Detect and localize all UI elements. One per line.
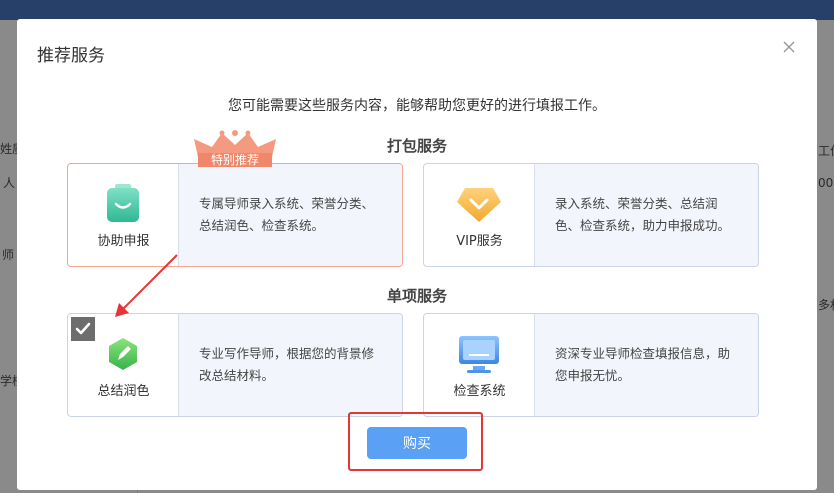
close-icon [783,41,795,53]
bg-text: 00 [818,176,834,190]
single-section-title: 单项服务 [386,287,447,305]
card-icon-area: 协助申报 [68,164,179,266]
card-icon-area: VIP服务 [424,164,535,266]
recommend-services-modal: 推荐服务 您可能需要这些服务内容，能够帮助您更好的进行填报工作。 打包服务 协助… [17,19,817,490]
service-checkbox[interactable] [71,317,95,341]
badge-text: 特别推荐 [211,152,259,167]
card-description-text: 专属导师录入系统、荣誉分类、总结润色、检查系统。 [199,196,375,233]
bag-icon [107,184,139,222]
close-button[interactable] [781,39,797,55]
card-icon-area: 检查系统 [424,314,535,416]
service-card-polish[interactable]: 总结润色 专业写作导师，根据您的背景修改总结材料。 [67,313,403,417]
card-description-text: 专业写作导师，根据您的背景修改总结材料。 [199,346,375,383]
modal-subtitle: 您可能需要这些服务内容，能够帮助您更好的进行填报工作。 [228,98,606,114]
card-description: 专属导师录入系统、荣誉分类、总结润色、检查系统。 [179,164,402,266]
card-label: 检查系统 [453,384,506,399]
monitor-icon [459,336,499,373]
modal-title: 推荐服务 [37,46,105,66]
card-label: VIP服务 [456,234,503,249]
service-card-assist[interactable]: 协助申报 专属导师录入系统、荣誉分类、总结润色、检查系统。 [67,163,403,267]
bg-text: 人 [3,176,16,190]
service-card-check[interactable]: 检查系统 资深专业导师检查填报信息，助您申报无忧。 [423,313,759,417]
card-label: 总结润色 [97,384,150,399]
card-description-text: 资深专业导师检查填报信息，助您申报无忧。 [555,346,731,383]
card-description: 专业写作导师，根据您的背景修改总结材料。 [179,314,402,416]
bg-text: 工作 [818,144,834,158]
diamond-chevron-icon [457,188,501,222]
top-navbar [0,0,834,20]
bg-text: 多村 [818,298,834,312]
card-description: 录入系统、荣誉分类、总结润色、检查系统，助力申报成功。 [535,164,758,266]
card-icon-area: 总结润色 [68,314,179,416]
pencil-icon [109,338,137,370]
bg-text: 师 [2,248,15,262]
package-section-title: 打包服务 [386,137,447,155]
card-description: 资深专业导师检查填报信息，助您申报无忧。 [535,314,758,416]
check-icon [75,322,91,335]
card-label: 协助申报 [97,234,150,249]
service-card-vip[interactable]: VIP服务 录入系统、荣誉分类、总结润色、检查系统，助力申报成功。 [423,163,759,267]
recommend-badge: 特别推荐 [194,130,276,167]
buy-button[interactable]: 购买 [367,427,467,459]
card-description-text: 录入系统、荣誉分类、总结润色、检查系统，助力申报成功。 [555,196,731,233]
